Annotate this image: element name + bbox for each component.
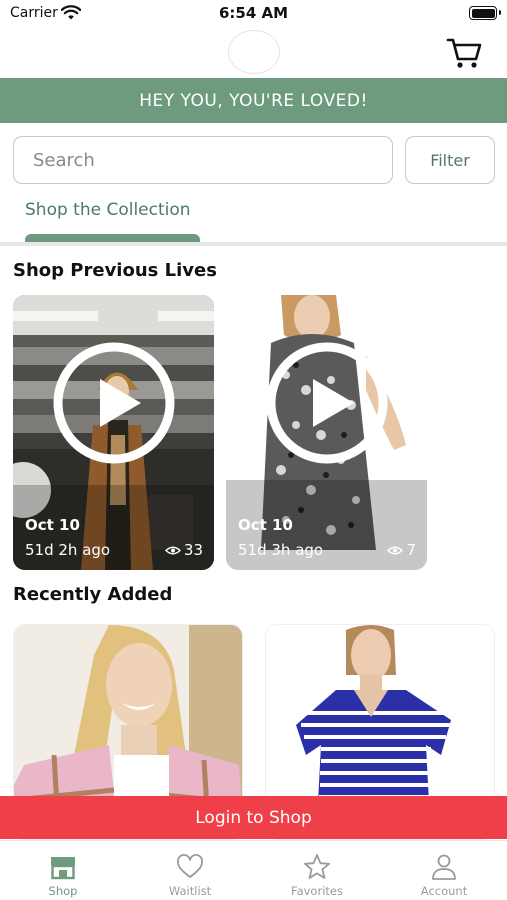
cart-icon[interactable] [446, 36, 482, 70]
eye-icon [164, 546, 181, 554]
live-view-count: 33 [164, 541, 203, 559]
star-icon [304, 854, 330, 879]
tab-label: Account [420, 884, 468, 898]
login-to-shop-button[interactable]: Login to Shop [0, 796, 507, 839]
play-icon[interactable] [266, 342, 388, 464]
store-icon [51, 857, 75, 880]
heart-icon [177, 854, 203, 878]
live-date: Oct 10 [238, 516, 293, 534]
tab-divider [0, 242, 507, 246]
clock: 6:54 AM [218, 4, 289, 22]
search-input[interactable]: Search [13, 136, 393, 184]
live-date: Oct 10 [25, 516, 80, 534]
tab-favorites[interactable]: Favorites [254, 841, 380, 900]
person-icon [432, 854, 456, 880]
recently-added-title: Recently Added [13, 584, 173, 605]
live-card-1[interactable]: Oct 10 51d 2h ago 33 [13, 295, 214, 570]
previous-lives-title: Shop Previous Lives [13, 260, 217, 281]
tab-shop[interactable]: Shop [0, 841, 126, 900]
live-time-ago: 51d 2h ago [25, 541, 111, 559]
tab-shop-the-collection[interactable]: Shop the Collection [25, 200, 191, 220]
play-icon[interactable] [53, 342, 175, 464]
eye-icon [387, 546, 404, 554]
tab-label: Waitlist [168, 884, 212, 898]
status-bar: Carrier 6:54 AM [0, 0, 507, 30]
filter-button[interactable]: Filter [405, 136, 495, 184]
view-count-value: 7 [406, 541, 416, 559]
live-card-2[interactable]: Oct 10 51d 3h ago 7 [226, 295, 427, 570]
tab-waitlist[interactable]: Waitlist [127, 841, 253, 900]
view-count-value: 33 [183, 541, 203, 559]
promo-banner: HEY YOU, YOU'RE LOVED! [0, 78, 507, 123]
battery-icon [469, 6, 501, 20]
bottom-tab-bar: Shop Waitlist Favorites Account [0, 840, 507, 900]
tab-account[interactable]: Account [381, 841, 507, 900]
brand-logo [228, 30, 280, 74]
tab-active-indicator [25, 234, 200, 242]
tab-label: Favorites [291, 884, 343, 898]
live-time-ago: 51d 3h ago [238, 541, 324, 559]
live-view-count: 7 [387, 541, 416, 559]
tab-label: Shop [48, 884, 78, 898]
